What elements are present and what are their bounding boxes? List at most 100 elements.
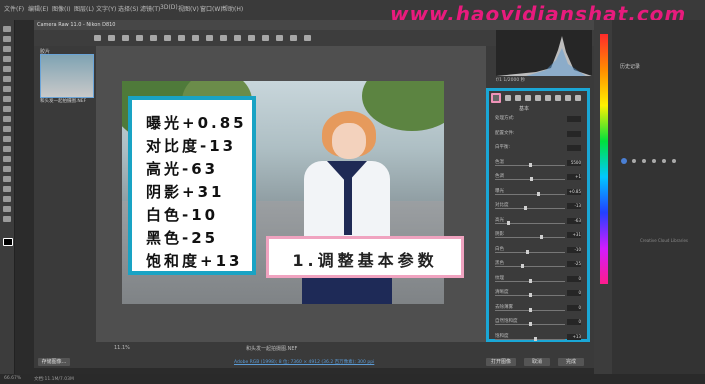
- slider-thumb[interactable]: [529, 177, 533, 181]
- color-icon[interactable]: [642, 159, 646, 163]
- transform-icon[interactable]: [192, 35, 199, 41]
- slider-track[interactable]: [495, 266, 565, 267]
- slider-thumb[interactable]: [536, 191, 540, 196]
- move-tool-icon[interactable]: [3, 26, 11, 32]
- slider-value-field[interactable]: [567, 116, 581, 122]
- foreground-color-icon[interactable]: [3, 238, 13, 246]
- slider-track[interactable]: [495, 208, 565, 209]
- brush-tool-icon[interactable]: [3, 96, 11, 102]
- done-button[interactable]: 完成: [558, 358, 584, 366]
- detail-tab-icon[interactable]: [515, 95, 521, 101]
- menu-filter[interactable]: 滤镜(T): [140, 4, 160, 13]
- slider-thumb[interactable]: [524, 206, 528, 210]
- crop-icon[interactable]: [164, 35, 171, 41]
- eyedropper-tool-icon[interactable]: [3, 76, 11, 82]
- slider-thumb[interactable]: [529, 322, 532, 326]
- spot-removal-icon[interactable]: [206, 35, 213, 41]
- history-icon[interactable]: [621, 158, 627, 164]
- slider-thumb[interactable]: [520, 264, 524, 268]
- slider-row[interactable]: 色温 5500: [495, 159, 581, 168]
- slider-track[interactable]: [495, 338, 565, 340]
- slider-track[interactable]: [495, 251, 565, 253]
- quick-select-tool-icon[interactable]: [3, 56, 11, 62]
- filmstrip-thumbnail[interactable]: [40, 54, 94, 98]
- adjustment-brush-icon[interactable]: [234, 35, 241, 41]
- target-adjust-icon[interactable]: [150, 35, 157, 41]
- menu-file[interactable]: 文件(F): [4, 4, 24, 13]
- adjust-icon[interactable]: [662, 159, 666, 163]
- slider-value-field[interactable]: 0: [567, 275, 581, 282]
- pen-tool-icon[interactable]: [3, 166, 11, 172]
- slider-row[interactable]: 白平衡:: [495, 144, 581, 153]
- eraser-tool-icon[interactable]: [3, 126, 11, 132]
- slider-thumb[interactable]: [529, 293, 532, 297]
- healing-tool-icon[interactable]: [3, 86, 11, 92]
- swatch-icon[interactable]: [652, 159, 656, 163]
- slider-value-field[interactable]: +1: [567, 174, 581, 180]
- slider-thumb[interactable]: [529, 162, 532, 167]
- crop-tool-icon[interactable]: [3, 66, 11, 72]
- hand-icon[interactable]: [108, 35, 115, 41]
- slider-value-field[interactable]: +13: [567, 333, 581, 340]
- slider-thumb[interactable]: [533, 336, 537, 341]
- slider-row[interactable]: 纹理 0: [495, 275, 581, 284]
- slider-value-field[interactable]: -10: [567, 246, 581, 253]
- slider-value-field[interactable]: [567, 130, 581, 137]
- menu-3d[interactable]: 3D(D): [160, 4, 178, 11]
- rotate-left-icon[interactable]: [290, 35, 297, 41]
- slider-track[interactable]: [495, 237, 565, 238]
- slider-value-field[interactable]: -63: [567, 217, 581, 224]
- slider-track[interactable]: [495, 193, 565, 195]
- slider-value-field[interactable]: 5500: [567, 159, 581, 166]
- red-eye-icon[interactable]: [220, 35, 227, 41]
- slider-row[interactable]: 曝光 +0.85: [495, 188, 581, 197]
- slider-row[interactable]: 阴影 +31: [495, 231, 581, 240]
- slider-row[interactable]: 饱和度 +13: [495, 333, 581, 342]
- menu-help[interactable]: 帮助(H): [222, 4, 243, 13]
- slider-row[interactable]: 对比度 -13: [495, 202, 581, 211]
- slider-thumb[interactable]: [506, 220, 510, 225]
- slider-value-field[interactable]: [567, 145, 581, 151]
- menu-select[interactable]: 选择(S): [118, 4, 139, 13]
- style-icon[interactable]: [672, 159, 676, 163]
- gradient-tool-icon[interactable]: [3, 136, 11, 142]
- slider-value-field[interactable]: -13: [567, 203, 581, 209]
- slider-row[interactable]: 高光 -63: [495, 217, 581, 226]
- color-swatch-strip[interactable]: [600, 34, 608, 284]
- lasso-tool-icon[interactable]: [3, 46, 11, 52]
- slider-value-field[interactable]: 0: [567, 319, 581, 325]
- stamp-tool-icon[interactable]: [3, 106, 11, 112]
- straighten-icon[interactable]: [178, 35, 185, 41]
- calibration-tab-icon[interactable]: [565, 95, 571, 101]
- slider-row[interactable]: 黑色 -25: [495, 260, 581, 269]
- slider-thumb[interactable]: [525, 249, 529, 254]
- blur-tool-icon[interactable]: [3, 146, 11, 152]
- basic-tab-icon[interactable]: [491, 93, 501, 103]
- cancel-button[interactable]: 取消: [524, 358, 550, 366]
- presets-tab-icon[interactable]: [575, 95, 581, 101]
- zoom-icon[interactable]: [94, 35, 101, 41]
- menu-view[interactable]: 视图(V): [178, 4, 199, 13]
- menu-window[interactable]: 窗口(W): [200, 4, 223, 13]
- slider-value-field[interactable]: +31: [567, 232, 581, 238]
- dodge-tool-icon[interactable]: [3, 156, 11, 162]
- shape-tool-icon[interactable]: [3, 196, 11, 202]
- slider-row[interactable]: 清晰度 0: [495, 289, 581, 298]
- lens-tab-icon[interactable]: [545, 95, 551, 101]
- slider-value-field[interactable]: +0.85: [567, 188, 581, 195]
- rotate-right-icon[interactable]: [304, 35, 311, 41]
- menu-layer[interactable]: 图层(L): [74, 4, 94, 13]
- slider-thumb[interactable]: [540, 235, 544, 239]
- zoom-level[interactable]: 11.1%: [114, 345, 130, 351]
- menu-image[interactable]: 图像(I): [52, 4, 70, 13]
- slider-row[interactable]: 白色 -10: [495, 246, 581, 255]
- open-image-button[interactable]: 打开图像: [486, 358, 516, 366]
- hand-tool-icon[interactable]: [3, 206, 11, 212]
- effects-tab-icon[interactable]: [555, 95, 561, 101]
- slider-row[interactable]: 处理方式:: [495, 115, 581, 124]
- slider-value-field[interactable]: 0: [567, 290, 581, 296]
- zoom-tool-icon[interactable]: [3, 216, 11, 222]
- workflow-link[interactable]: Adobe RGB (1998); 8 位; 7360 × 4912 (36.2…: [234, 359, 374, 365]
- path-select-tool-icon[interactable]: [3, 186, 11, 192]
- white-balance-icon[interactable]: [122, 35, 129, 41]
